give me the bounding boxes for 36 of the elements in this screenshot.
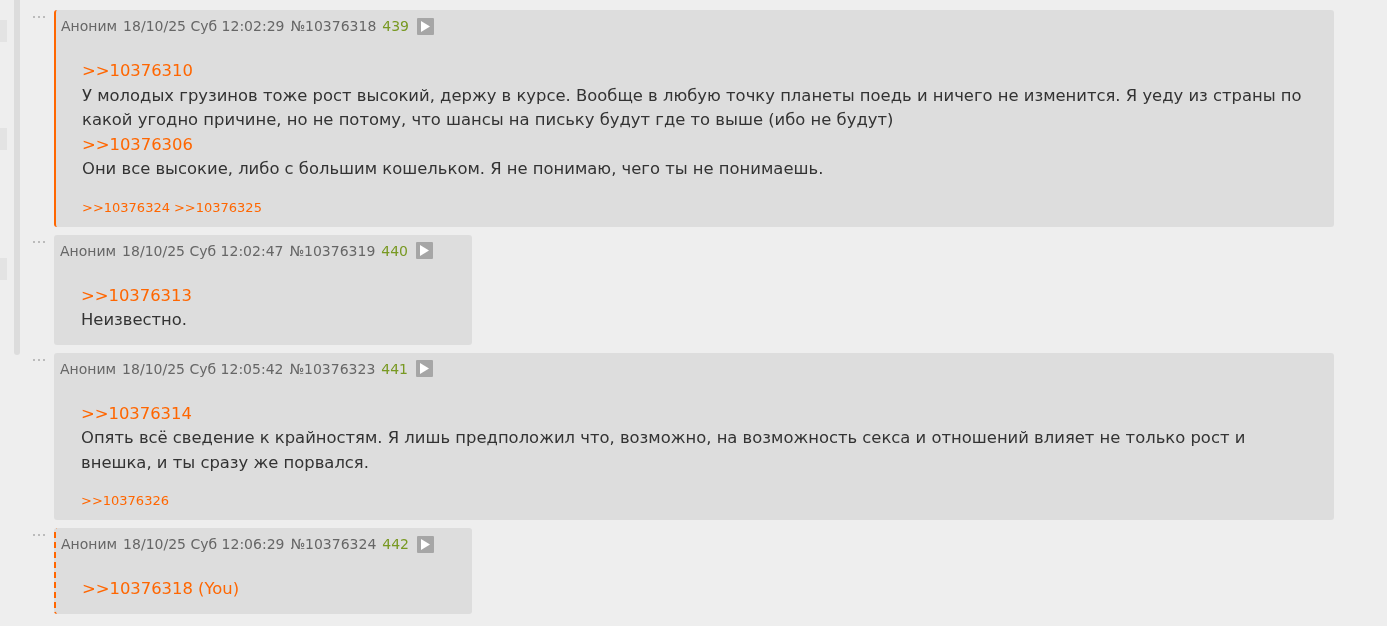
post-text: Они все высокие, либо с большим кошельком. Я не понимаю, чего ты не понимаешь. (82, 158, 825, 180)
post-text: У молодых грузинов тоже рост высокий, держу в курсе. Вообще в любую точку планеты поедь и ничего не изменится. Я уеду из страны по какой угодно причине, но не потому, что шансы на письку будут где то выше (ибо не будут) (82, 84, 1303, 131)
post-date: 18/10/25 Суб 12:06:29 (123, 536, 285, 552)
play-icon (420, 363, 430, 374)
reply-link[interactable]: >>10376306 (82, 132, 193, 157)
reply-link[interactable]: >>10376313 (81, 283, 192, 308)
backlink[interactable]: >>10376324 (82, 199, 170, 215)
post-number[interactable]: №10376323 (289, 360, 376, 377)
backlink[interactable]: >>10376325 (173, 199, 262, 215)
play-icon (421, 538, 431, 550)
play-icon (420, 245, 430, 256)
reply-link[interactable]: >>10376314 (81, 401, 192, 426)
post-count: 439 (382, 18, 410, 34)
post-number[interactable]: №10376318 (290, 18, 377, 34)
post-date: 18/10/25 Суб 12:05:42 (122, 360, 284, 377)
reply-link[interactable]: >>10376318 (You) (82, 577, 240, 602)
play-button[interactable] (417, 535, 435, 553)
post-count: 441 (381, 360, 409, 377)
post-count: 442 (382, 536, 410, 552)
post-author: Аноним (60, 242, 117, 259)
post-date: 18/10/25 Суб 12:02:47 (122, 242, 284, 259)
post-number[interactable]: №10376319 (289, 242, 376, 259)
play-button[interactable] (416, 360, 434, 377)
post-number[interactable]: №10376324 (290, 536, 377, 552)
post-text: Неизвестно. (81, 309, 189, 331)
post-author: Аноним (61, 536, 118, 552)
play-button[interactable] (417, 17, 435, 35)
play-icon (421, 20, 431, 32)
post-author: Аноним (60, 360, 117, 377)
post-date: 18/10/25 Суб 12:02:29 (123, 18, 285, 34)
reply-link[interactable]: >>10376310 (82, 59, 193, 84)
post-text: Опять всё сведение к крайностям. Я лишь предположил что, возможно, на возможность секса и отношений влияет не только рост и внешка, и ты сразу же порвался. (81, 427, 1247, 474)
play-button[interactable] (416, 242, 434, 259)
post-count: 440 (381, 242, 409, 259)
backlink[interactable]: >>10376326 (81, 493, 169, 508)
post-author: Аноним (61, 18, 118, 34)
